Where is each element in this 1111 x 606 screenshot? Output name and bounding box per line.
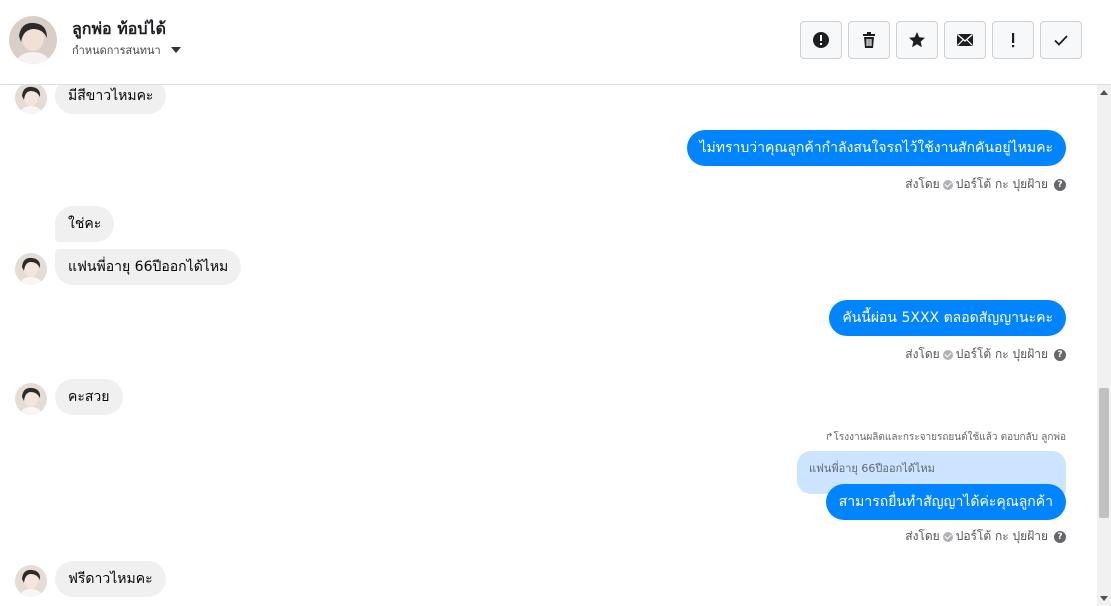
contact-name[interactable]: ลูกพ่อ ท้อบ่ได้	[72, 17, 166, 42]
incoming-message[interactable]: ใช่คะ	[55, 206, 115, 242]
contact-avatar-small	[15, 253, 47, 285]
incoming-message[interactable]: มีสีขาวไหมคะ	[55, 85, 167, 114]
reply-context-note: ↱โรงงานผลิตและกระจายรถยนต์ใช้แล้ว ตอบกลั…	[825, 432, 1066, 443]
sent-by-agent: ปอร์โต้ กะ ปุยฝ้าย	[955, 529, 1048, 543]
envelope-icon	[957, 33, 973, 46]
outgoing-message[interactable]: คันนี้ผ่อน 5XXX ตลอดสัญญานะคะ	[829, 300, 1066, 336]
sent-by-prefix: ส่งโดย	[905, 347, 940, 361]
conversation-header: ลูกพ่อ ท้อบ่ได้ กำหนดการสนทนา	[0, 0, 1111, 85]
sent-by-line: ส่งโดย ปอร์โต้ กะ ปุยฝ้าย ?	[905, 175, 1066, 194]
check-icon	[1054, 35, 1068, 46]
delete-button[interactable]	[848, 21, 890, 59]
contact-avatar-small	[15, 85, 47, 114]
important-button[interactable]	[992, 21, 1034, 59]
incoming-message[interactable]: ฟรีดาวไหมคะ	[55, 561, 166, 597]
assign-conversation-dropdown[interactable]: กำหนดการสนทนา	[72, 41, 181, 59]
scrollbar-thumb[interactable]	[1099, 388, 1109, 518]
contact-avatar[interactable]	[9, 16, 57, 64]
outgoing-message[interactable]: สามารถยื่นทำสัญญาได้ค่ะคุณลูกค้า	[825, 484, 1066, 520]
spam-button[interactable]	[800, 21, 842, 59]
scroll-up-arrow-icon[interactable]	[1100, 90, 1108, 95]
star-icon	[909, 32, 925, 48]
help-icon[interactable]: ?	[1054, 178, 1066, 191]
incoming-message[interactable]: แฟนพี่อายุ 66ปีออกได้ไหม	[55, 249, 242, 285]
verified-check-icon	[942, 531, 953, 542]
conversation-toolbar	[800, 21, 1082, 59]
help-icon[interactable]: ?	[1054, 348, 1066, 361]
sent-by-prefix: ส่งโดย	[905, 177, 940, 191]
verified-check-icon	[942, 349, 953, 360]
sent-by-agent: ปอร์โต้ กะ ปุยฝ้าย	[955, 177, 1048, 191]
mark-unread-button[interactable]	[944, 21, 986, 59]
message-thread: มีสีขาวไหมคะ ไม่ทราบว่าคุณลูกค้ากำลังสนใ…	[0, 85, 1097, 606]
exclamation-icon	[1012, 33, 1015, 48]
caret-down-icon	[170, 47, 181, 53]
assign-conversation-label: กำหนดการสนทนา	[72, 44, 161, 57]
incoming-message[interactable]: คะสวย	[55, 379, 123, 415]
sent-by-prefix: ส่งโดย	[905, 529, 940, 543]
sent-by-agent: ปอร์โต้ กะ ปุยฝ้าย	[955, 347, 1048, 361]
done-button[interactable]	[1040, 21, 1082, 59]
contact-avatar-small	[15, 383, 47, 415]
help-icon[interactable]: ?	[1054, 530, 1066, 543]
verified-check-icon	[942, 179, 953, 190]
scroll-down-arrow-icon[interactable]	[1100, 596, 1108, 601]
thread-scrollbar[interactable]	[1097, 85, 1111, 606]
star-button[interactable]	[896, 21, 938, 59]
outgoing-message[interactable]: ไม่ทราบว่าคุณลูกค้ากำลังสนใจรถไว้ใช้งานส…	[686, 130, 1066, 166]
alert-circle-icon	[813, 32, 829, 48]
sent-by-line: ส่งโดย ปอร์โต้ กะ ปุยฝ้าย ?	[905, 345, 1066, 364]
contact-avatar-small	[15, 565, 47, 597]
trash-icon	[863, 32, 875, 48]
sent-by-line: ส่งโดย ปอร์โต้ กะ ปุยฝ้าย ?	[905, 527, 1066, 546]
